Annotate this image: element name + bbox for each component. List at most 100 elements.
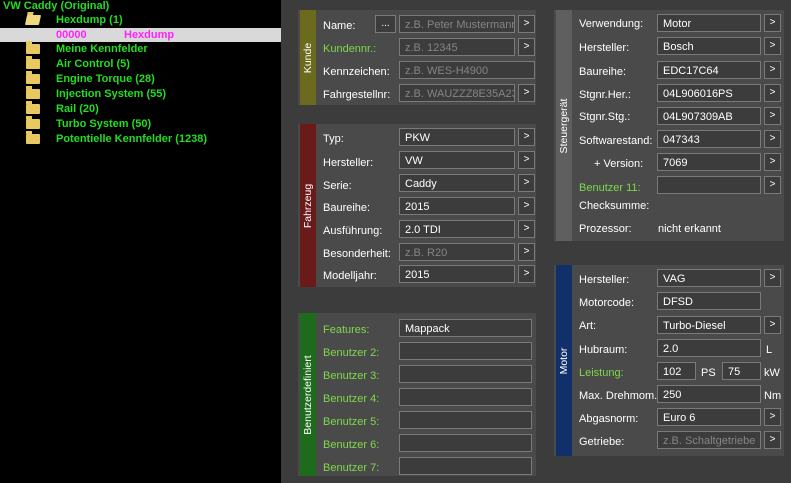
- benutzer-4-field[interactable]: [399, 388, 532, 406]
- max-drehmom-field[interactable]: 250: [657, 385, 761, 403]
- tree-node-injection-system[interactable]: Injection System (55): [0, 86, 281, 101]
- fahrgestellnr-field[interactable]: z.B. WAUZZZ8E35A235: [399, 84, 515, 102]
- steuergeraet-baureihe-arrow-button[interactable]: >: [764, 61, 781, 79]
- tab-motor: Motor: [556, 265, 572, 456]
- typ-label: Typ:: [323, 133, 344, 145]
- benutzer-11-arrow-button[interactable]: >: [764, 176, 781, 194]
- benutzer-2-field[interactable]: [399, 342, 532, 360]
- fahrzeug-baureihe-arrow-button[interactable]: >: [518, 197, 535, 215]
- art-arrow-button[interactable]: >: [764, 316, 781, 334]
- stgnr-her-arrow-button[interactable]: >: [764, 84, 781, 102]
- ausfuehrung-arrow-button[interactable]: >: [518, 220, 535, 238]
- modelljahr-arrow-button[interactable]: >: [518, 265, 535, 283]
- steuergeraet-baureihe-field[interactable]: EDC17C64: [657, 61, 761, 79]
- serie-arrow-button[interactable]: >: [518, 174, 535, 192]
- section-steuergeraet: Steuergerät Verwendung: Motor > Herstell…: [554, 10, 784, 241]
- motorcode-field[interactable]: DFSD: [657, 292, 761, 310]
- fahrgestellnr-arrow-button[interactable]: >: [518, 84, 535, 102]
- motor-hersteller-field[interactable]: VAG: [657, 269, 761, 287]
- tree-node-potentielle-kennfelder[interactable]: Potentielle Kennfelder (1238): [0, 131, 281, 146]
- besonderheit-arrow-button[interactable]: >: [518, 243, 535, 261]
- hubraum-label: Hubraum:: [579, 344, 628, 356]
- hubraum-field[interactable]: 2.0: [657, 339, 761, 357]
- folder-icon: [26, 116, 40, 129]
- benutzer-5-field[interactable]: [399, 411, 532, 429]
- getriebe-field[interactable]: z.B. Schaltgetriebe: [657, 431, 761, 449]
- kundennr-arrow-button[interactable]: >: [518, 38, 535, 56]
- benutzer-7-label: Benutzer 7:: [323, 462, 380, 474]
- tab-steuergeraet: Steuergerät: [556, 10, 572, 241]
- typ-field[interactable]: PKW: [399, 128, 515, 146]
- benutzer-5-label: Benutzer 5:: [323, 416, 380, 428]
- version-arrow-button[interactable]: >: [764, 153, 781, 171]
- project-tree[interactable]: VW Caddy (Original) Hexdump (1) 00000 He…: [0, 0, 281, 483]
- name-ellipsis-button[interactable]: ...: [375, 15, 396, 33]
- folder-icon: [26, 86, 40, 99]
- abgasnorm-field[interactable]: Euro 6: [657, 408, 761, 426]
- tree-node-meine-kennfelder[interactable]: Meine Kennfelder: [0, 41, 281, 56]
- benutzer-7-field[interactable]: [399, 457, 532, 475]
- folder-open-icon: [24, 15, 42, 25]
- project-info-panel: Kunde Name: ... z.B. Peter Mustermann > …: [281, 0, 791, 483]
- getriebe-arrow-button[interactable]: >: [764, 431, 781, 449]
- tab-kunde: Kunde: [300, 10, 316, 105]
- kundennr-field[interactable]: z.B. 12345: [399, 38, 515, 56]
- steuergeraet-hersteller-arrow-button[interactable]: >: [764, 37, 781, 55]
- abgasnorm-label: Abgasnorm:: [579, 413, 639, 425]
- abgasnorm-arrow-button[interactable]: >: [764, 408, 781, 426]
- features-field[interactable]: Mappack: [399, 319, 532, 337]
- fahrzeug-hersteller-arrow-button[interactable]: >: [518, 151, 535, 169]
- benutzer-11-field[interactable]: [657, 176, 761, 194]
- kundennr-label: Kundennr.:: [323, 43, 377, 55]
- leistung-label: Leistung:: [579, 367, 624, 379]
- benutzer-3-label: Benutzer 3:: [323, 370, 380, 382]
- motor-hersteller-label: Hersteller:: [579, 274, 630, 286]
- tree-node-engine-torque[interactable]: Engine Torque (28): [0, 71, 281, 86]
- max-drehmom-label: Max. Drehmom.:: [579, 390, 661, 402]
- tree-node-turbo-system[interactable]: Turbo System (50): [0, 116, 281, 131]
- serie-label: Serie:: [323, 180, 352, 192]
- ausfuehrung-field[interactable]: 2.0 TDI: [399, 220, 515, 238]
- stgnr-stg-field[interactable]: 04L907309AB: [657, 107, 761, 125]
- folder-icon: [26, 41, 40, 54]
- typ-arrow-button[interactable]: >: [518, 128, 535, 146]
- ps-field[interactable]: 102: [657, 362, 696, 380]
- fahrzeug-baureihe-field[interactable]: 2015: [399, 197, 515, 215]
- folder-icon: [26, 101, 40, 114]
- stgnr-stg-arrow-button[interactable]: >: [764, 107, 781, 125]
- name-arrow-button[interactable]: >: [518, 15, 535, 33]
- kennzeichen-field[interactable]: z.B. WES-H4900: [399, 61, 535, 79]
- besonderheit-field[interactable]: z.B. R20: [399, 243, 515, 261]
- fahrzeug-hersteller-field[interactable]: VW: [399, 151, 515, 169]
- verwendung-field[interactable]: Motor: [657, 14, 761, 32]
- kw-unit: kW: [764, 367, 780, 379]
- drehmom-unit: Nm: [764, 390, 782, 402]
- softwarestand-label: Softwarestand:: [579, 135, 653, 147]
- motor-hersteller-arrow-button[interactable]: >: [764, 269, 781, 287]
- softwarestand-arrow-button[interactable]: >: [764, 130, 781, 148]
- stgnr-her-field[interactable]: 04L906016PS: [657, 84, 761, 102]
- section-benutzerdefiniert: Benutzerdefiniert Features: Mappack Benu…: [298, 313, 536, 476]
- benutzer-3-field[interactable]: [399, 365, 532, 383]
- stgnr-her-label: Stgnr.Her.:: [579, 89, 631, 101]
- verwendung-arrow-button[interactable]: >: [764, 14, 781, 32]
- kw-field[interactable]: 75: [722, 362, 761, 380]
- benutzer-6-field[interactable]: [399, 434, 532, 452]
- version-field[interactable]: 7069: [657, 153, 761, 171]
- name-field[interactable]: z.B. Peter Mustermann: [399, 15, 515, 33]
- tree-node-hexdump[interactable]: Hexdump (1): [0, 13, 281, 27]
- softwarestand-field[interactable]: 047343: [657, 130, 761, 148]
- tree-node-rail[interactable]: Rail (20): [0, 101, 281, 116]
- art-field[interactable]: Turbo-Diesel: [657, 316, 761, 334]
- checksumme-label: Checksumme:: [579, 200, 650, 212]
- steuergeraet-hersteller-field[interactable]: Bosch: [657, 37, 761, 55]
- tree-node-air-control[interactable]: Air Control (5): [0, 56, 281, 71]
- modelljahr-field[interactable]: 2015: [399, 265, 515, 283]
- fahrzeug-hersteller-label: Hersteller:: [323, 157, 374, 169]
- modelljahr-label: Modelljahr:: [323, 270, 377, 282]
- tree-node-hexdump-selected[interactable]: 00000 Hexdump: [0, 28, 281, 42]
- besonderheit-label: Besonderheit:: [323, 248, 391, 260]
- tab-fahrzeug: Fahrzeug: [300, 124, 316, 287]
- serie-field[interactable]: Caddy: [399, 174, 515, 192]
- benutzer-6-label: Benutzer 6:: [323, 439, 380, 451]
